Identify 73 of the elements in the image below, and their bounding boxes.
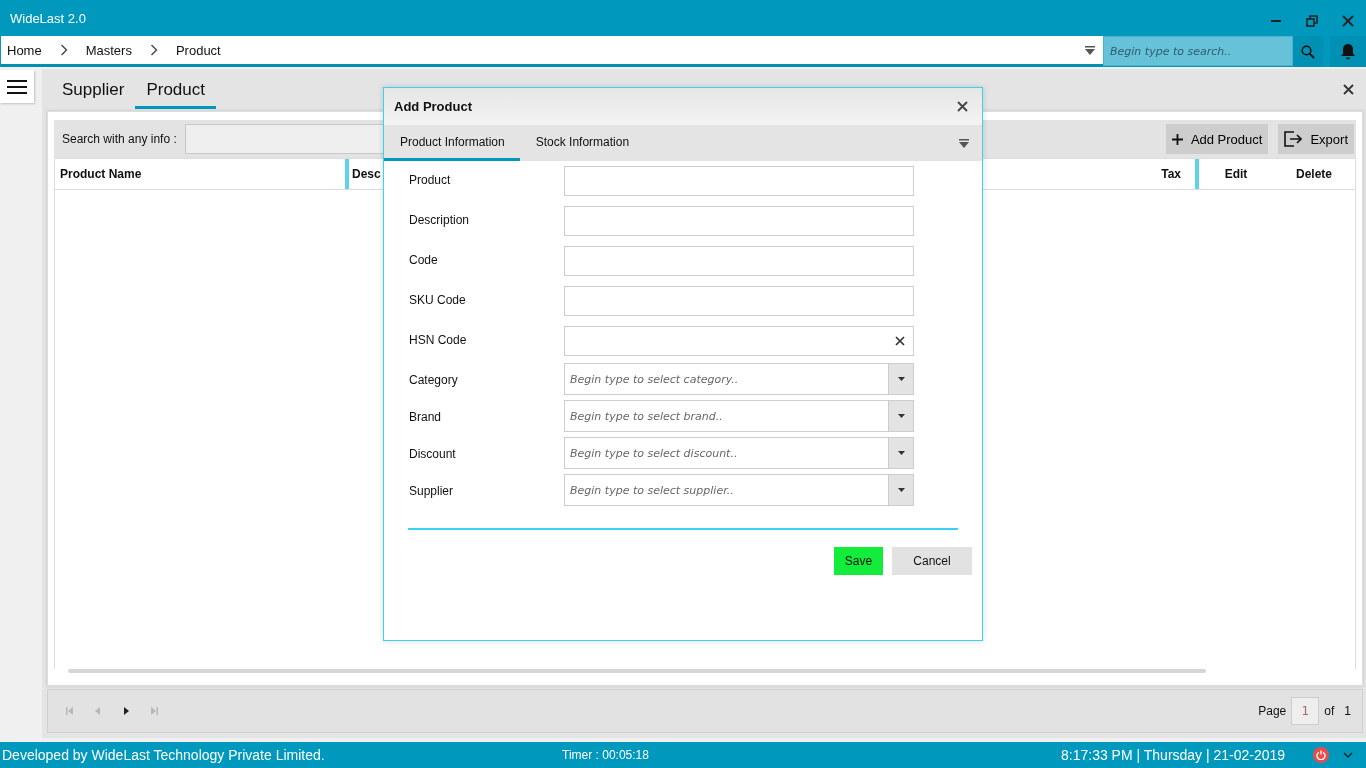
window-title: WideLast 2.0	[10, 10, 86, 26]
developer-credit: Developed by WideLast Technology Private Limited.	[2, 747, 326, 763]
menu-icon	[7, 78, 27, 95]
field-label: Description	[409, 212, 471, 229]
caret-icon	[897, 414, 905, 418]
text-field[interactable]	[564, 326, 914, 356]
chevron-right-icon	[149, 44, 158, 56]
triangle-icon	[65, 706, 75, 716]
horizontal-scrollbar[interactable]	[68, 669, 1206, 673]
close-icon	[1342, 83, 1354, 95]
search-field[interactable]: Begin type to search..	[1103, 36, 1293, 66]
search-label: Search with any info :	[62, 132, 177, 146]
column-header[interactable]: Edit	[1195, 159, 1273, 189]
dropdown-button[interactable]	[888, 438, 913, 468]
caret-icon	[897, 488, 905, 492]
page-label: Page	[1258, 704, 1287, 718]
text-field[interactable]	[564, 246, 914, 276]
save-button[interactable]: Save	[834, 547, 883, 575]
field-label: HSN Code	[409, 332, 468, 349]
chevron-right-icon	[59, 44, 68, 56]
close-icon	[956, 101, 968, 112]
dropdown-triangle-icon	[959, 138, 969, 148]
plus-icon	[1171, 133, 1183, 145]
search-icon	[1301, 44, 1315, 59]
caret-icon	[897, 377, 905, 381]
search-button[interactable]	[1293, 36, 1323, 67]
export-icon	[1284, 131, 1303, 147]
page-number-field[interactable]: 1	[1291, 697, 1320, 725]
notifications-button[interactable]	[1330, 36, 1366, 67]
dropdown-triangle-icon	[1085, 45, 1095, 55]
tab[interactable]: Product Information	[384, 125, 520, 161]
dialog-title: Add Product	[394, 99, 472, 114]
triangle-icon	[121, 706, 131, 716]
tab[interactable]: Supplier	[51, 74, 136, 109]
field-label: Supplier	[409, 483, 455, 500]
tab[interactable]: Stock Information	[519, 125, 645, 161]
triangle-icon	[149, 706, 159, 716]
page-of-label: of	[1324, 704, 1335, 718]
column-header[interactable]: Delete	[1273, 159, 1355, 189]
text-field[interactable]	[564, 166, 914, 196]
chevron-down-icon	[1343, 752, 1354, 758]
breadcrumb-link[interactable]: Home	[7, 42, 42, 58]
breadcrumb-link[interactable]: Product	[175, 42, 221, 58]
page-total: 1	[1344, 704, 1351, 718]
dropdown-button[interactable]	[888, 475, 913, 505]
field-label: Code	[409, 252, 439, 269]
timer-text: Timer : 00:05:18	[562, 748, 650, 762]
export-button[interactable]: Export	[1278, 124, 1354, 154]
text-field[interactable]	[564, 206, 914, 236]
date-time-text: 8:17:33 PM | Thursday | 21-02-2019	[1061, 747, 1286, 763]
bell-icon	[1340, 43, 1356, 60]
power-icon	[1316, 750, 1327, 760]
field-label: Discount	[409, 446, 457, 463]
field-label: SKU Code	[409, 292, 467, 309]
add-product-button[interactable]: Add Product	[1165, 124, 1269, 154]
column-header[interactable]: Tax	[1135, 159, 1195, 189]
triangle-icon	[93, 706, 103, 716]
caret-icon	[897, 451, 905, 455]
dropdown-button[interactable]	[888, 401, 913, 431]
field-label: Category	[409, 372, 459, 389]
menu-button[interactable]	[0, 70, 34, 103]
field-label: Product	[409, 172, 452, 189]
minimize-icon	[1271, 20, 1281, 22]
breadcrumb-link[interactable]: Masters	[85, 42, 132, 58]
text-field[interactable]	[564, 286, 914, 316]
field-label: Brand	[409, 409, 443, 426]
cancel-button[interactable]: Cancel	[892, 547, 972, 575]
clear-icon	[895, 336, 905, 346]
restore-icon	[1306, 15, 1318, 27]
column-header[interactable]: Product Name	[55, 159, 345, 189]
power-button[interactable]	[1313, 747, 1330, 763]
dropdown-button[interactable]	[888, 364, 913, 394]
close-icon	[1342, 15, 1354, 27]
